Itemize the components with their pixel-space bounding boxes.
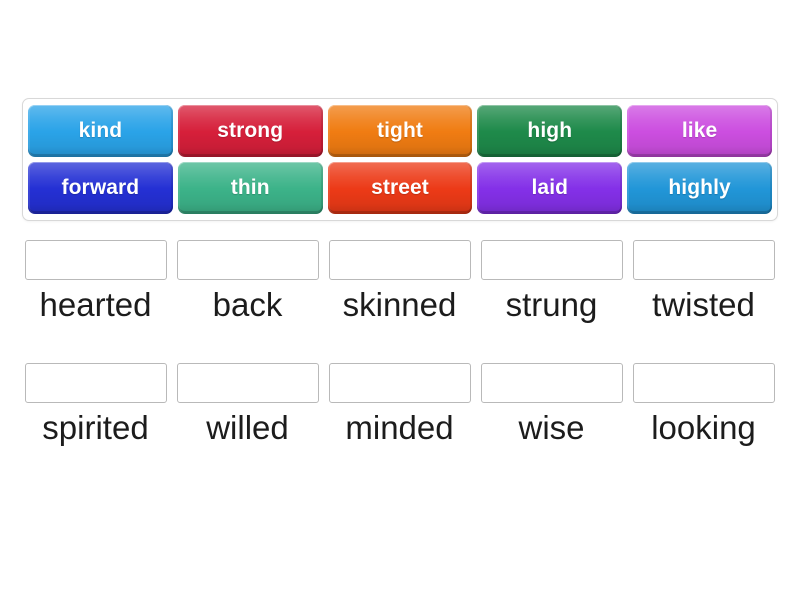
word-bank: kind strong tight high like forward thin bbox=[22, 98, 778, 221]
answer-cell-willed: willed bbox=[174, 362, 321, 446]
word-tile-label: kind bbox=[78, 119, 123, 142]
word-tile-like[interactable]: like bbox=[627, 105, 772, 157]
answer-grid: hearted back skinned strung twisted spir… bbox=[22, 240, 778, 445]
word-tile-label: thin bbox=[230, 176, 270, 199]
word-tile-label: high bbox=[527, 119, 573, 142]
word-tile-high[interactable]: high bbox=[477, 105, 623, 157]
word-tile-forward[interactable]: forward bbox=[28, 162, 173, 214]
word-bank-row-2: forward thin street laid highly bbox=[28, 162, 772, 214]
answer-label: skinned bbox=[342, 286, 457, 323]
word-tile-label: highly bbox=[668, 176, 731, 199]
drop-zone-minded[interactable] bbox=[328, 362, 471, 403]
answer-label: hearted bbox=[39, 286, 152, 323]
drop-zone-strung[interactable] bbox=[480, 240, 623, 280]
answer-cell-hearted: hearted bbox=[22, 240, 169, 323]
answer-label: back bbox=[212, 286, 283, 323]
answer-label: strung bbox=[505, 286, 598, 323]
answer-label: willed bbox=[206, 408, 289, 446]
word-tile-label: tight bbox=[377, 119, 423, 142]
word-tile-street[interactable]: street bbox=[327, 162, 473, 214]
answer-row-1: hearted back skinned strung twisted bbox=[22, 240, 778, 323]
answer-cell-back: back bbox=[174, 240, 321, 323]
answer-cell-minded: minded bbox=[326, 362, 473, 446]
answer-label: looking bbox=[651, 408, 756, 446]
word-tile-label: laid bbox=[531, 176, 569, 199]
drop-zone-skinned[interactable] bbox=[328, 240, 471, 280]
answer-label: minded bbox=[345, 408, 454, 446]
drop-zone-willed[interactable] bbox=[176, 362, 319, 403]
drop-zone-looking[interactable] bbox=[632, 362, 775, 403]
answer-label: twisted bbox=[652, 286, 755, 323]
answer-label: wise bbox=[518, 408, 585, 446]
word-tile-tight[interactable]: tight bbox=[327, 105, 473, 157]
answer-cell-spirited: spirited bbox=[22, 362, 169, 446]
word-tile-label: street bbox=[371, 176, 429, 199]
answer-row-2: spirited willed minded wise looking bbox=[22, 362, 778, 446]
word-tile-label: like bbox=[681, 119, 718, 142]
drop-zone-back[interactable] bbox=[176, 240, 319, 280]
answer-cell-strung: strung bbox=[478, 240, 625, 323]
word-tile-thin[interactable]: thin bbox=[177, 162, 323, 214]
drop-zone-spirited[interactable] bbox=[24, 362, 167, 403]
answer-cell-twisted: twisted bbox=[630, 240, 777, 323]
word-tile-label: strong bbox=[217, 119, 284, 142]
answer-cell-skinned: skinned bbox=[326, 240, 473, 323]
word-tile-label: forward bbox=[61, 176, 140, 199]
answer-cell-looking: looking bbox=[630, 362, 777, 446]
drop-zone-wise[interactable] bbox=[480, 362, 623, 403]
answer-label: spirited bbox=[42, 408, 149, 446]
drop-zone-twisted[interactable] bbox=[632, 240, 775, 280]
answer-cell-wise: wise bbox=[478, 362, 625, 446]
word-tile-highly[interactable]: highly bbox=[627, 162, 772, 214]
activity-canvas: kind strong tight high like forward thin bbox=[0, 0, 800, 600]
word-tile-kind[interactable]: kind bbox=[28, 105, 173, 157]
word-tile-laid[interactable]: laid bbox=[477, 162, 623, 214]
word-bank-row-1: kind strong tight high like bbox=[28, 105, 772, 157]
word-tile-strong[interactable]: strong bbox=[177, 105, 323, 157]
drop-zone-hearted[interactable] bbox=[24, 240, 167, 280]
